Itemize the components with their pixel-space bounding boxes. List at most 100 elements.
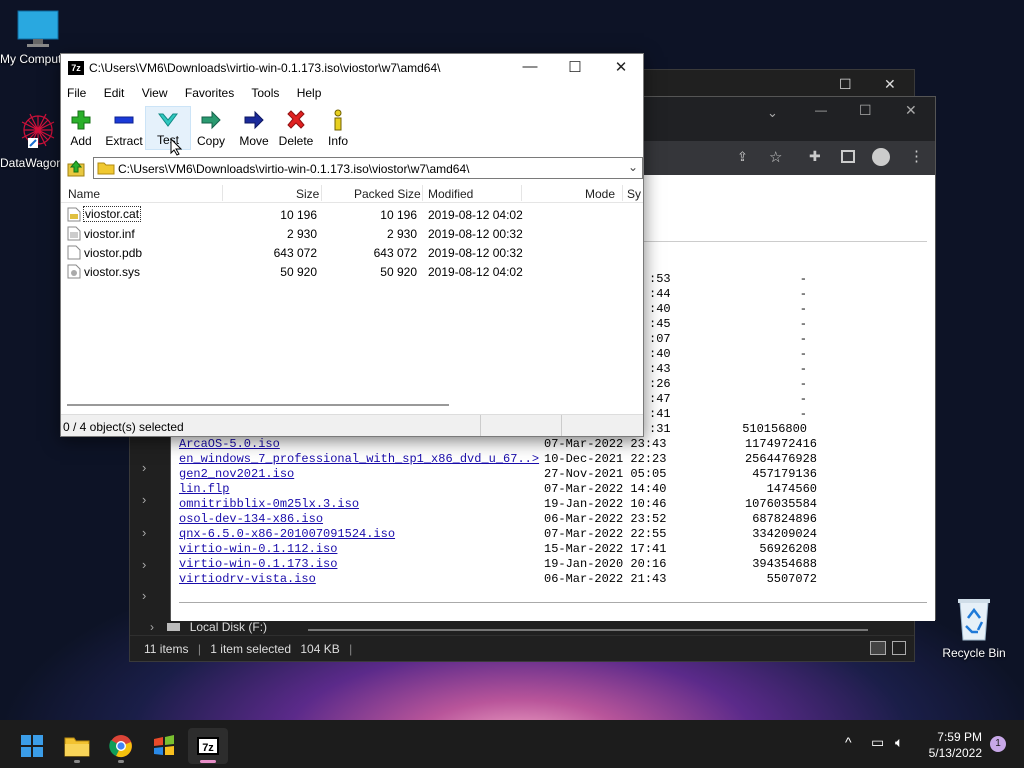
- taskbar-chrome[interactable]: [101, 728, 141, 764]
- nav-item-local-disk-f[interactable]: › Local Disk (F:): [150, 620, 267, 634]
- file-name: viostor.sys: [84, 265, 141, 279]
- desktop-icon-recycle-bin[interactable]: Recycle Bin: [936, 596, 1012, 660]
- menu-file[interactable]: File: [67, 86, 86, 100]
- menu-help[interactable]: Help: [297, 86, 322, 100]
- taskbar-windows-flag-app[interactable]: [144, 728, 184, 764]
- tab-search-chevron-icon[interactable]: ⌄: [767, 105, 778, 121]
- 7zip-file-manager-window[interactable]: 7z C:\Users\VM6\Downloads\virtio-win-0.1…: [60, 53, 644, 437]
- copy-button[interactable]: Copy: [188, 108, 234, 148]
- chevron-down-icon[interactable]: ⌄: [628, 160, 638, 174]
- 7zip-minimize-icon[interactable]: —: [507, 58, 553, 75]
- row-time: :41: [649, 407, 671, 421]
- column-name[interactable]: Name: [68, 187, 100, 201]
- file-link[interactable]: en_windows_7_professional_with_sp1_x86_d…: [179, 452, 539, 466]
- file-modified: 2019-08-12 00:32: [428, 227, 523, 241]
- file-link[interactable]: virtio-win-0.1.173.iso: [179, 557, 337, 571]
- tiles-view-icon[interactable]: [892, 641, 906, 655]
- 7zip-maximize-icon[interactable]: ☐: [552, 58, 598, 76]
- 7zip-path-input[interactable]: C:\Users\VM6\Downloads\virtio-win-0.1.17…: [93, 157, 643, 179]
- browser-maximize-icon[interactable]: ☐: [859, 102, 872, 119]
- delete-button[interactable]: Delete: [273, 108, 319, 148]
- file-link[interactable]: osol-dev-134-x86.iso: [179, 512, 323, 526]
- network-icon[interactable]: ▭: [871, 734, 884, 751]
- browser-close-icon[interactable]: ✕: [905, 102, 917, 119]
- share-icon[interactable]: ⇪: [737, 149, 748, 165]
- file-size: 334209024: [752, 527, 817, 541]
- chevron-right-icon[interactable]: ›: [142, 525, 146, 540]
- taskbar-7zip[interactable]: 7z: [188, 728, 228, 764]
- file-link[interactable]: omnitribblix-0m25lx.3.iso: [179, 497, 359, 511]
- explorer-maximize-icon[interactable]: ☐: [839, 76, 852, 93]
- profile-avatar-icon[interactable]: [872, 148, 890, 166]
- extract-button[interactable]: Extract: [101, 108, 147, 148]
- monitor-icon: [17, 10, 59, 48]
- chevron-right-icon[interactable]: ›: [142, 492, 146, 507]
- extensions-icon[interactable]: ✚: [809, 148, 821, 165]
- chevron-right-icon[interactable]: ›: [142, 460, 146, 475]
- info-button-label: Info: [327, 134, 348, 148]
- explorer-close-icon[interactable]: ✕: [884, 76, 896, 93]
- details-view-icon[interactable]: [870, 641, 886, 655]
- copy-button-label: Copy: [196, 134, 225, 148]
- taskbar-file-explorer[interactable]: [57, 728, 97, 764]
- move-button[interactable]: Move: [231, 108, 277, 148]
- chevron-right-icon[interactable]: ›: [142, 557, 146, 572]
- start-button[interactable]: [12, 728, 52, 764]
- 7zip-menu-bar: File Edit View Favorites Tools Help: [61, 82, 643, 104]
- drive-icon: [167, 623, 181, 631]
- row-size: -: [799, 377, 807, 391]
- 7zip-address-bar: C:\Users\VM6\Downloads\virtio-win-0.1.17…: [61, 155, 643, 181]
- column-mode[interactable]: Mode: [585, 187, 615, 201]
- column-system[interactable]: Sy: [627, 187, 641, 201]
- side-panel-icon[interactable]: [841, 150, 855, 163]
- bookmark-star-icon[interactable]: ☆: [769, 148, 782, 166]
- notification-badge[interactable]: 1: [990, 736, 1006, 752]
- volume-icon[interactable]: 🔈︎: [895, 734, 903, 751]
- more-menu-icon[interactable]: ⋮: [909, 147, 924, 165]
- file-list-row[interactable]: viostor.sys 50 920 50 920 2019-08-12 04:02: [61, 262, 643, 281]
- add-button[interactable]: Add: [58, 108, 104, 148]
- file-link[interactable]: virtiodrv-vista.iso: [179, 572, 316, 586]
- test-button[interactable]: Test: [145, 106, 191, 150]
- chevron-right-icon[interactable]: ›: [142, 588, 146, 603]
- minus-icon: [101, 108, 147, 132]
- file-link[interactable]: virtio-win-0.1.112.iso: [179, 542, 337, 556]
- 7zip-close-icon[interactable]: ✕: [598, 58, 644, 76]
- column-packed-size[interactable]: Packed Size: [354, 187, 421, 201]
- file-link[interactable]: gen2_nov2021.iso: [179, 467, 294, 481]
- row-size: -: [799, 317, 807, 331]
- info-button[interactable]: Info: [315, 108, 361, 148]
- taskbar-clock[interactable]: 7:59 PM 5/13/2022: [929, 729, 982, 761]
- column-modified[interactable]: Modified: [428, 187, 473, 201]
- file-list-horizontal-scrollbar[interactable]: [63, 399, 641, 411]
- file-link[interactable]: ArcaOS-5.0.iso: [179, 437, 280, 451]
- explorer-selection-size: 104 KB: [300, 642, 340, 656]
- up-folder-icon[interactable]: [67, 159, 85, 180]
- row-time: :53: [649, 272, 671, 286]
- menu-favorites[interactable]: Favorites: [185, 86, 234, 100]
- file-list-row[interactable]: viostor.inf 2 930 2 930 2019-08-12 00:32: [61, 224, 643, 243]
- chevron-right-icon: ›: [150, 620, 154, 634]
- file-list-row[interactable]: viostor.pdb 643 072 643 072 2019-08-12 00:3…: [61, 243, 643, 262]
- file-list-row[interactable]: viostor.cat 10 196 10 196 2019-08-12 04:02: [61, 205, 643, 224]
- menu-tools[interactable]: Tools: [251, 86, 279, 100]
- check-icon: [146, 107, 190, 131]
- browser-minimize-icon[interactable]: —: [815, 103, 827, 117]
- file-date: 07-Mar-2022 23:43: [544, 437, 667, 451]
- 7zip-titlebar: 7z C:\Users\VM6\Downloads\virtio-win-0.1…: [61, 54, 643, 82]
- row-time: :44: [649, 287, 671, 301]
- menu-view[interactable]: View: [142, 86, 168, 100]
- row-time: :40: [649, 302, 671, 316]
- explorer-scrollbar[interactable]: [308, 629, 868, 631]
- row-size: -: [799, 287, 807, 301]
- column-size[interactable]: Size: [296, 187, 319, 201]
- file-link[interactable]: qnx-6.5.0-x86-201007091524.iso: [179, 527, 395, 541]
- menu-edit[interactable]: Edit: [104, 86, 125, 100]
- show-hidden-icons-chevron-icon[interactable]: ^: [845, 734, 852, 750]
- file-date: 06-Mar-2022 21:43: [544, 572, 667, 586]
- plus-icon: [58, 108, 104, 132]
- file-pdb-icon: [67, 245, 81, 260]
- clock-time: 7:59 PM: [937, 730, 982, 744]
- file-link[interactable]: lin.flp: [179, 482, 229, 496]
- delete-x-icon: [273, 108, 319, 132]
